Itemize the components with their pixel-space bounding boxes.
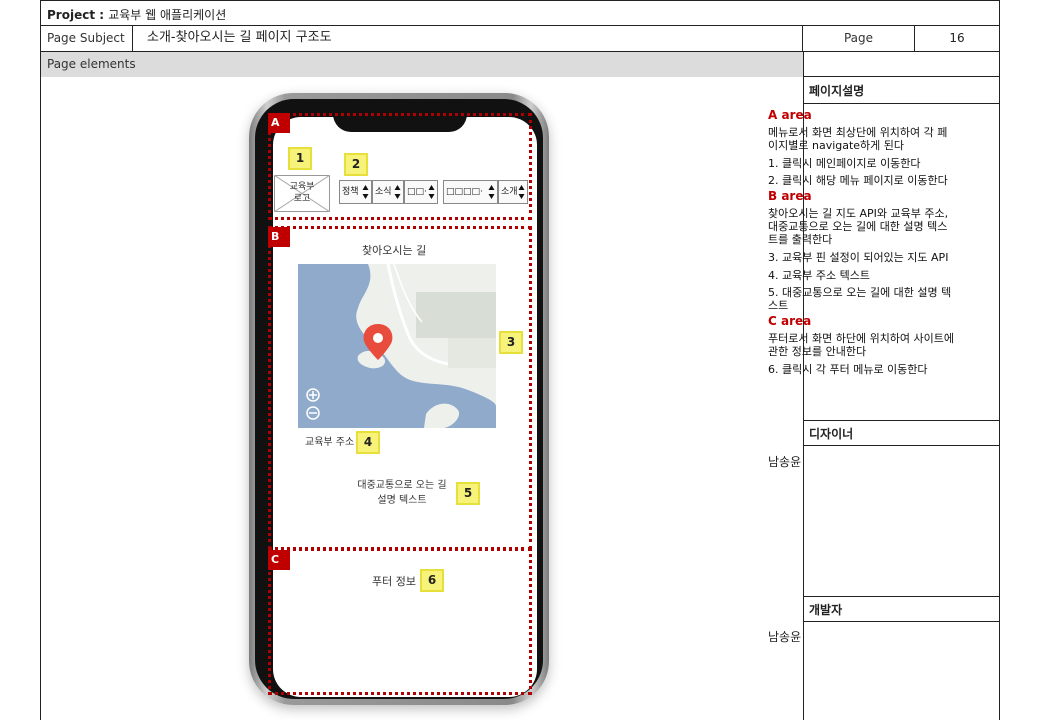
area-a-tag: A — [268, 113, 290, 133]
marker-4: 4 — [356, 431, 380, 454]
nav-menu-5[interactable]: 소개 — [498, 180, 528, 204]
up-down-arrow-icon — [518, 185, 525, 199]
right-top-blank — [804, 52, 999, 77]
area-c-box — [268, 548, 532, 695]
marker-5: 5 — [456, 482, 480, 505]
project-value: 교육부 웹 애플리케이션 — [108, 8, 227, 22]
page-description: A area 메뉴로서 화면 최상단에 위치하여 각 페이지별로 navigat… — [768, 108, 956, 380]
area-c-tag: C — [268, 550, 290, 570]
transit-text-line-1: 대중교통으로 오는 길 — [357, 480, 447, 491]
up-down-arrow-icon — [362, 185, 369, 199]
a-item-2: 2. 클릭시 해당 메뉴 페이지로 이동한다 — [768, 174, 948, 187]
subject-value: 소개-찾아오시는 길 페이지 구조도 — [133, 26, 803, 51]
map-view[interactable] — [298, 264, 496, 428]
logo-text-2: 로고 — [293, 194, 311, 204]
page-number: 16 — [949, 31, 965, 45]
b-area-title: B area — [768, 189, 812, 203]
logo-placeholder[interactable]: 교육부 로고 — [274, 175, 330, 212]
logo-text-1: 교육부 — [289, 182, 315, 192]
up-down-arrow-icon — [488, 185, 495, 199]
b-item-4: 4. 교육부 주소 텍스트 — [768, 269, 870, 282]
developer-name: 남송윤 — [768, 630, 802, 644]
nav-menu-2-label: 소식 — [375, 187, 392, 197]
subject-label: Page Subject — [41, 26, 133, 51]
transit-text: 대중교통으로 오는 길 설명 텍스트 — [352, 478, 452, 508]
up-down-arrow-icon — [428, 185, 435, 199]
area-b-tag: B — [268, 227, 290, 247]
footer-info: 푸터 정보 — [372, 575, 416, 588]
nav-menu-1-label: 정책 — [342, 187, 359, 197]
c-area-title: C area — [768, 314, 812, 328]
designer-title: 디자이너 — [804, 420, 999, 446]
transit-text-line-2: 설명 텍스트 — [377, 495, 427, 506]
nav-menu-2[interactable]: 소식 — [372, 180, 404, 204]
map-graphic — [298, 264, 496, 428]
a-item-1: 1. 클릭시 메인페이지로 이동한다 — [768, 157, 921, 170]
b-item-3: 3. 교육부 핀 설정이 되어있는 지도 API — [768, 251, 949, 264]
a-area-title: A area — [768, 108, 812, 122]
address-text: 교육부 주소 — [305, 437, 355, 448]
nav-menu-4[interactable]: □□□□· — [443, 180, 498, 204]
c-item-6: 6. 클릭시 각 푸터 메뉴로 이동한다 — [768, 363, 928, 376]
nav-menu-3[interactable]: □□· — [404, 180, 438, 204]
b-item-5: 5. 대중교통으로 오는 길에 대한 설명 텍스트 — [768, 286, 952, 312]
nav-menu-3-label: □□· — [407, 187, 427, 197]
up-down-arrow-icon — [394, 185, 401, 199]
b-area-desc: 찾아오시는 길 지도 API와 교육부 주소, 대중교통으로 오는 길에 대한 … — [768, 207, 949, 246]
c-area-desc: 푸터로서 화면 하단에 위치하여 사이트에 관한 정보를 안내한다 — [768, 332, 955, 358]
a-area-desc: 메뉴로서 화면 최상단에 위치하여 각 페이지별로 navigate하게 된다 — [768, 126, 948, 152]
map-title: 찾아오시는 길 — [362, 244, 427, 257]
page-elements-label: Page elements — [41, 52, 803, 77]
nav-menu-1[interactable]: 정책 — [339, 180, 372, 204]
subject-row: Page Subject 소개-찾아오시는 길 페이지 구조도 Page 16 — [41, 26, 999, 52]
marker-6: 6 — [420, 569, 444, 592]
marker-1: 1 — [288, 147, 312, 170]
developer-title: 개발자 — [804, 596, 999, 622]
project-row: Project : 교육부 웹 애플리케이션 — [41, 0, 999, 26]
marker-3: 3 — [499, 331, 523, 354]
nav-menu-4-label: □□□□· — [446, 187, 483, 197]
desc-title: 페이지설명 — [804, 78, 999, 104]
page-label: Page — [803, 26, 915, 51]
nav-menu-5-label: 소개 — [501, 187, 518, 197]
marker-2: 2 — [344, 153, 368, 176]
project-label: Project : — [47, 8, 109, 22]
designer-name: 남송윤 — [768, 455, 802, 469]
